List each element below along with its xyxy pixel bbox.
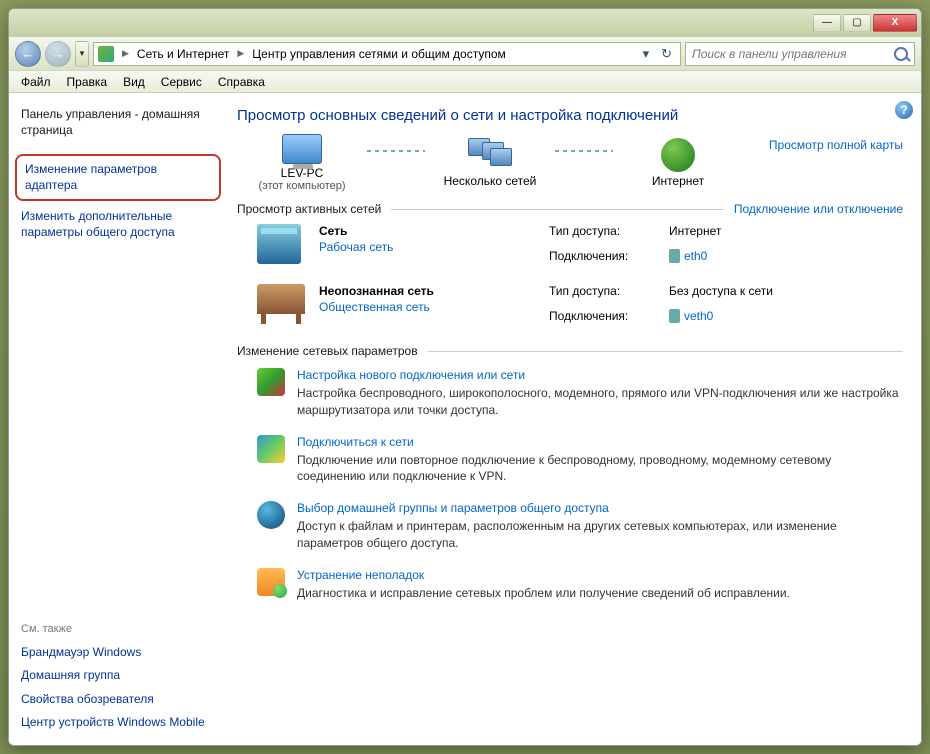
active-networks-header: Просмотр активных сетей Подключение или … — [237, 202, 903, 216]
homegroup-icon — [257, 501, 285, 529]
adapter-icon — [669, 249, 680, 263]
task-title: Подключиться к сети — [297, 435, 903, 449]
map-connection-line — [555, 150, 613, 152]
map-node-label: Интернет — [652, 174, 704, 188]
connections-label: Подключения: — [549, 249, 659, 270]
address-bar[interactable]: ▶ Сеть и Интернет ▶ Центр управления сет… — [93, 42, 681, 66]
map-node-networks[interactable]: Несколько сетей — [425, 138, 555, 188]
task-description: Настройка беспроводного, широкополосного… — [297, 385, 903, 419]
close-button[interactable]: X — [873, 14, 917, 32]
task-description: Доступ к файлам и принтерам, расположенн… — [297, 518, 903, 552]
titlebar: — ▢ X — [9, 9, 921, 37]
search-input[interactable] — [692, 47, 890, 61]
section-label: Изменение сетевых параметров — [237, 344, 418, 358]
access-type-label: Тип доступа: — [549, 284, 659, 305]
connection-link[interactable]: eth0 — [669, 249, 721, 270]
connect-network-icon — [257, 435, 285, 463]
task-description: Диагностика и исправление сетевых пробле… — [297, 585, 903, 602]
network-type-link[interactable]: Общественная сеть — [319, 300, 549, 314]
network-name: Сеть — [319, 224, 549, 238]
task-title: Выбор домашней группы и параметров общег… — [297, 501, 903, 515]
menu-tools[interactable]: Сервис — [153, 73, 210, 91]
task-title: Устранение неполадок — [297, 568, 903, 582]
addressbar-dropdown-icon[interactable]: ▾ — [639, 46, 654, 62]
change-settings-header: Изменение сетевых параметров — [237, 344, 903, 358]
access-type-label: Тип доступа: — [549, 224, 659, 245]
map-connection-line — [367, 150, 425, 152]
access-type-value: Без доступа к сети — [669, 284, 773, 305]
sidebar-windows-mobile[interactable]: Центр устройств Windows Mobile — [21, 711, 215, 735]
history-dropdown[interactable]: ▼ — [75, 41, 89, 67]
sidebar-firewall[interactable]: Брандмауэр Windows — [21, 641, 215, 665]
access-type-value: Интернет — [669, 224, 721, 245]
search-box[interactable] — [685, 42, 915, 66]
sidebar: Панель управления - домашняя страница Из… — [9, 93, 227, 745]
sidebar-homegroup[interactable]: Домашняя группа — [21, 664, 215, 688]
menu-view[interactable]: Вид — [115, 73, 153, 91]
network-map: LEV-PC (этот компьютер) Несколько сетей … — [237, 134, 903, 192]
sidebar-advanced-sharing[interactable]: Изменить дополнительные параметры общего… — [21, 205, 215, 244]
search-icon — [894, 47, 908, 61]
menu-help[interactable]: Справка — [210, 73, 273, 91]
help-icon[interactable]: ? — [895, 101, 913, 119]
troubleshoot-icon — [257, 568, 285, 596]
connections-label: Подключения: — [549, 309, 659, 330]
forward-button[interactable]: → — [45, 41, 71, 67]
navbar: ← → ▼ ▶ Сеть и Интернет ▶ Центр управлен… — [9, 37, 921, 71]
computer-icon — [282, 134, 322, 164]
menu-edit[interactable]: Правка — [59, 73, 116, 91]
task-connect-network[interactable]: Подключиться к сети Подключение или повт… — [237, 435, 903, 486]
sidebar-adapter-settings[interactable]: Изменение параметров адаптера — [15, 154, 221, 201]
control-panel-icon — [98, 46, 114, 62]
breadcrumb-separator: ▶ — [237, 48, 244, 59]
map-node-internet[interactable]: Интернет — [613, 138, 743, 188]
menubar: Файл Правка Вид Сервис Справка — [9, 71, 921, 93]
multiple-networks-icon — [468, 138, 512, 172]
menu-file[interactable]: Файл — [13, 73, 59, 91]
task-troubleshoot[interactable]: Устранение неполадок Диагностика и испра… — [237, 568, 903, 602]
page-title: Просмотр основных сведений о сети и наст… — [237, 107, 903, 124]
sidebar-home[interactable]: Панель управления - домашняя страница — [21, 103, 215, 142]
maximize-button[interactable]: ▢ — [843, 14, 871, 32]
adapter-icon — [669, 309, 680, 323]
new-connection-icon — [257, 368, 285, 396]
network-type-link[interactable]: Рабочая сеть — [319, 240, 549, 254]
task-description: Подключение или повторное подключение к … — [297, 452, 903, 486]
refresh-button[interactable]: ↻ — [657, 46, 676, 62]
public-network-icon — [257, 284, 307, 330]
task-new-connection[interactable]: Настройка нового подключения или сети На… — [237, 368, 903, 419]
sidebar-internet-options[interactable]: Свойства обозревателя — [21, 688, 215, 712]
network-card-public: Неопознанная сеть Общественная сеть Тип … — [237, 284, 903, 330]
minimize-button[interactable]: — — [813, 14, 841, 32]
network-name: Неопознанная сеть — [319, 284, 549, 298]
breadcrumb-network[interactable]: Сеть и Интернет — [137, 47, 229, 61]
section-label: Просмотр активных сетей — [237, 202, 381, 216]
globe-icon — [661, 138, 695, 172]
content: ? Просмотр основных сведений о сети и на… — [227, 93, 921, 745]
breadcrumb-sharing-center[interactable]: Центр управления сетями и общим доступом — [252, 47, 506, 61]
map-node-sublabel: (этот компьютер) — [258, 180, 345, 192]
map-node-this-pc[interactable]: LEV-PC (этот компьютер) — [237, 134, 367, 192]
connection-link[interactable]: veth0 — [669, 309, 773, 330]
network-card-work: Сеть Рабочая сеть Тип доступа: Интернет … — [237, 224, 903, 270]
map-node-label: Несколько сетей — [444, 174, 537, 188]
body: Панель управления - домашняя страница Из… — [9, 93, 921, 745]
work-network-icon — [257, 224, 307, 270]
view-full-map-link[interactable]: Просмотр полной карты — [743, 134, 903, 152]
see-also-heading: См. также — [21, 621, 215, 641]
connect-disconnect-link[interactable]: Подключение или отключение — [734, 202, 903, 216]
task-title: Настройка нового подключения или сети — [297, 368, 903, 382]
back-button[interactable]: ← — [15, 41, 41, 67]
task-homegroup-sharing[interactable]: Выбор домашней группы и параметров общег… — [237, 501, 903, 552]
breadcrumb-separator: ▶ — [122, 48, 129, 59]
window: — ▢ X ← → ▼ ▶ Сеть и Интернет ▶ Центр уп… — [8, 8, 922, 746]
